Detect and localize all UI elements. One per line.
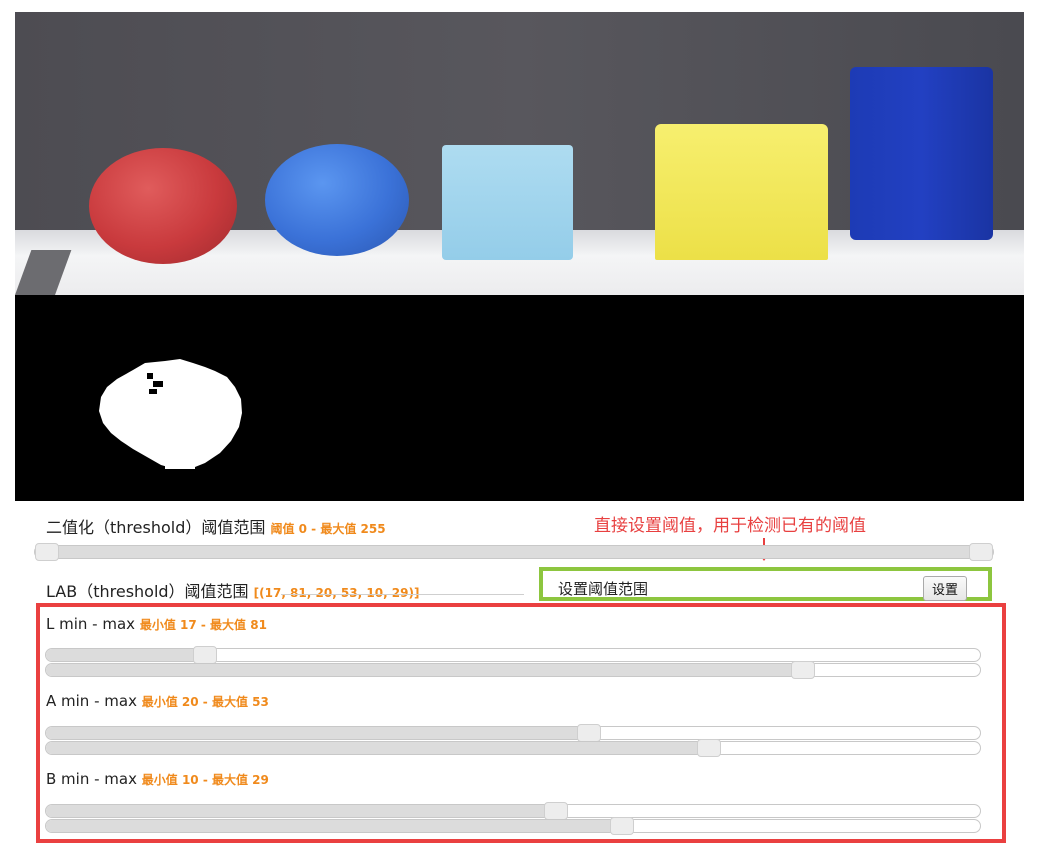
b-max-fill	[46, 820, 616, 832]
b-min-fill	[46, 805, 551, 817]
b-slider-label: B min - max 最小值 10 - 最大值 29	[46, 770, 269, 788]
mask-blob	[99, 359, 242, 469]
a-min-slider[interactable]	[45, 724, 981, 742]
a-max-slider[interactable]	[45, 739, 981, 757]
l-slider-label: L min - max 最小值 17 - 最大值 81	[46, 615, 267, 633]
annotation-note: 直接设置阈值，用于检测已有的阈值	[594, 516, 866, 536]
l-max-fill	[46, 664, 803, 676]
threshold-label: 二值化（threshold）阈值范围 阈值 0 - 最大值 255	[46, 514, 386, 538]
b-max-slider[interactable]	[45, 817, 981, 835]
b-value: 最小值 10 - 最大值 29	[141, 773, 269, 787]
l-max-slider[interactable]	[45, 661, 981, 679]
red-ball	[89, 148, 237, 264]
lab-value: [(17, 81, 20, 53, 10, 29)]	[253, 586, 420, 600]
threshold-slider-fill	[35, 546, 993, 558]
binary-mask-image	[15, 295, 1024, 501]
yellow-cube	[655, 124, 828, 260]
l-min-slider[interactable]	[45, 646, 981, 664]
blue-block	[850, 67, 993, 240]
threshold-label-text: 二值化（threshold）阈值范围	[46, 518, 266, 537]
set-range-input[interactable]: 设置阈值范围	[558, 578, 648, 599]
b-max-handle[interactable]	[610, 817, 634, 835]
light-blue-cube	[442, 145, 573, 260]
b-min-slider[interactable]	[45, 802, 981, 820]
a-max-fill	[46, 742, 710, 754]
lab-value-underline	[281, 594, 524, 595]
l-label-text: L min - max	[46, 615, 136, 633]
a-slider-label: A min - max 最小值 20 - 最大值 53	[46, 692, 269, 710]
b-label-text: B min - max	[46, 770, 137, 788]
l-min-fill	[46, 649, 205, 661]
a-max-handle[interactable]	[697, 739, 721, 757]
lab-label: LAB（threshold）阈值范围 [(17, 81, 20, 53, 10,…	[46, 578, 419, 602]
threshold-max-handle[interactable]	[969, 543, 993, 561]
blue-ball	[265, 144, 409, 256]
threshold-slider[interactable]	[34, 543, 994, 561]
threshold-value: 阈值 0 - 最大值 255	[270, 522, 386, 536]
a-value: 最小值 20 - 最大值 53	[141, 695, 269, 709]
a-min-handle[interactable]	[577, 724, 601, 742]
l-max-handle[interactable]	[791, 661, 815, 679]
set-button[interactable]: 设置	[923, 576, 968, 601]
lab-label-text: LAB（threshold）阈值范围	[46, 582, 249, 601]
a-min-fill	[46, 727, 588, 739]
a-label-text: A min - max	[46, 692, 137, 710]
camera-feed-image	[15, 12, 1024, 295]
b-min-handle[interactable]	[544, 802, 568, 820]
l-min-handle[interactable]	[193, 646, 217, 664]
threshold-min-handle[interactable]	[35, 543, 59, 561]
l-value: 最小值 17 - 最大值 81	[139, 618, 267, 632]
